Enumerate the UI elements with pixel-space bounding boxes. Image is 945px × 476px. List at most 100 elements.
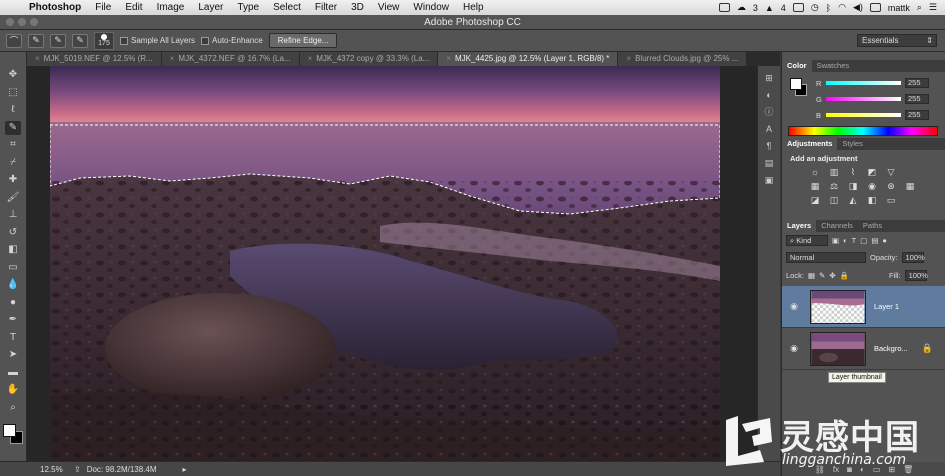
- close-tab-icon[interactable]: ×: [446, 54, 451, 63]
- subtract-from-selection-icon[interactable]: ✎: [72, 33, 88, 48]
- blue-slider-track[interactable]: [826, 113, 901, 117]
- brush-panel-icon[interactable]: ▤: [762, 157, 777, 170]
- foreground-color-swatch[interactable]: [790, 78, 802, 90]
- levels-icon[interactable]: ▥: [827, 166, 841, 178]
- type-tool-icon[interactable]: T: [5, 331, 21, 345]
- layer-row[interactable]: ◉ Backgro... 🔒: [782, 328, 945, 370]
- filter-type-icon[interactable]: T: [852, 236, 857, 245]
- auto-enhance-checkbox[interactable]: Auto-Enhance: [201, 36, 263, 45]
- close-tab-icon[interactable]: ×: [626, 54, 631, 63]
- green-slider-track[interactable]: [826, 97, 901, 101]
- refine-edge-button[interactable]: Refine Edge...: [268, 33, 338, 48]
- paragraph-panel-icon[interactable]: ¶: [762, 140, 777, 153]
- crop-tool-icon[interactable]: ⌗: [5, 138, 21, 152]
- quick-selection-tool-icon[interactable]: ✎: [5, 120, 21, 135]
- minimize-window-button[interactable]: [18, 18, 26, 26]
- menu-file[interactable]: File: [88, 2, 118, 13]
- filter-kind-select[interactable]: ⌕ Kind: [786, 235, 828, 246]
- tab-swatches[interactable]: Swatches: [812, 60, 855, 72]
- brush-tool-icon[interactable]: 🖌: [5, 191, 21, 205]
- time-machine-icon[interactable]: ◷: [811, 2, 819, 13]
- tool-presets-panel-icon[interactable]: ▣: [762, 174, 777, 187]
- filter-shape-icon[interactable]: ▢: [860, 236, 867, 245]
- brightness-contrast-icon[interactable]: ☼: [808, 166, 822, 178]
- posterize-icon[interactable]: ◫: [827, 194, 841, 206]
- blur-tool-icon[interactable]: 💧: [5, 278, 21, 292]
- filter-toggle-icon[interactable]: ●: [882, 236, 887, 245]
- marquee-tool-icon[interactable]: ⬚: [5, 86, 21, 100]
- volume-icon[interactable]: ◀): [853, 2, 863, 13]
- document-tab[interactable]: × MJK_5019.NEF @ 12.5% (R...: [27, 52, 162, 66]
- brush-picker[interactable]: 175: [94, 31, 114, 50]
- color-lookup-icon[interactable]: ▦: [903, 180, 917, 192]
- close-window-button[interactable]: [6, 18, 14, 26]
- red-slider-track[interactable]: [826, 81, 901, 85]
- tab-channels[interactable]: Channels: [816, 220, 858, 232]
- gradient-map-icon[interactable]: ▭: [884, 194, 898, 206]
- battery-icon[interactable]: [869, 3, 881, 12]
- exposure-icon[interactable]: ◩: [865, 166, 879, 178]
- menu-view[interactable]: View: [371, 2, 407, 13]
- vibrance-icon[interactable]: ▽: [884, 166, 898, 178]
- layer-thumbnail[interactable]: [810, 331, 866, 366]
- red-value[interactable]: 255: [905, 78, 929, 88]
- display-icon[interactable]: [792, 3, 804, 12]
- close-tab-icon[interactable]: ×: [35, 54, 40, 63]
- red-slider[interactable]: R 255: [816, 77, 944, 89]
- menu-app[interactable]: Photoshop: [22, 2, 88, 13]
- tab-paths[interactable]: Paths: [858, 220, 887, 232]
- clone-stamp-tool-icon[interactable]: ⊥: [5, 208, 21, 222]
- creative-cloud-icon[interactable]: ☁: [737, 2, 746, 13]
- lock-position-icon[interactable]: ✥: [829, 271, 835, 280]
- tab-adjustments[interactable]: Adjustments: [782, 138, 838, 150]
- blue-slider[interactable]: B 255: [816, 109, 944, 121]
- lock-transparency-icon[interactable]: ▦: [808, 271, 815, 280]
- history-brush-tool-icon[interactable]: ↺: [5, 226, 21, 240]
- user-name[interactable]: mattk: [888, 3, 910, 13]
- threshold-icon[interactable]: ◭: [846, 194, 860, 206]
- curves-icon[interactable]: ⌇: [846, 166, 860, 178]
- menu-image[interactable]: Image: [150, 2, 192, 13]
- menu-help[interactable]: Help: [456, 2, 491, 13]
- bluetooth-icon[interactable]: ᛒ: [826, 3, 831, 13]
- zoom-tool-icon[interactable]: ⌕: [5, 401, 21, 415]
- invert-icon[interactable]: ◪: [808, 194, 822, 206]
- document-tab[interactable]: × MJK_4372.NEF @ 16.7% (La...: [161, 52, 300, 66]
- list-icon[interactable]: ☰: [929, 2, 937, 13]
- character-panel-icon[interactable]: A: [762, 123, 777, 136]
- fill-input[interactable]: 100%: [904, 270, 928, 281]
- layer-thumbnail[interactable]: [810, 289, 866, 324]
- image-canvas[interactable]: [50, 66, 720, 461]
- channel-mixer-icon[interactable]: ⊛: [884, 180, 898, 192]
- camera-icon[interactable]: [718, 3, 730, 12]
- menu-select[interactable]: Select: [266, 2, 308, 13]
- share-icon[interactable]: ⇪: [74, 465, 81, 474]
- history-panel-icon[interactable]: ⊞: [762, 72, 777, 85]
- selective-color-icon[interactable]: ◧: [865, 194, 879, 206]
- green-value[interactable]: 255: [905, 94, 929, 104]
- move-tool-icon[interactable]: ✥: [5, 68, 21, 82]
- eye-icon[interactable]: ◉: [782, 343, 806, 354]
- foreground-color-swatch[interactable]: [3, 424, 16, 437]
- sample-all-layers-checkbox[interactable]: Sample All Layers: [120, 36, 195, 45]
- close-tab-icon[interactable]: ×: [308, 54, 313, 63]
- filter-pixel-icon[interactable]: ▣: [832, 236, 839, 245]
- blue-value[interactable]: 255: [905, 110, 929, 120]
- eye-icon[interactable]: ◉: [782, 301, 806, 312]
- properties-panel-icon[interactable]: ◐: [762, 89, 777, 102]
- green-slider[interactable]: G 255: [816, 93, 944, 105]
- gradient-tool-icon[interactable]: ▭: [5, 261, 21, 275]
- rectangle-tool-icon[interactable]: ▬: [5, 366, 21, 380]
- lock-all-icon[interactable]: 🔒: [840, 271, 849, 280]
- info-panel-icon[interactable]: ⓘ: [762, 106, 777, 119]
- tab-layers[interactable]: Layers: [782, 220, 817, 232]
- eyedropper-tool-icon[interactable]: ⌿: [5, 156, 21, 170]
- layer-name[interactable]: Layer 1: [874, 302, 899, 311]
- menu-layer[interactable]: Layer: [191, 2, 230, 13]
- document-tab-active[interactable]: × MJK_4425.jpg @ 12.5% (Layer 1, RGB/8) *: [438, 52, 619, 66]
- dodge-tool-icon[interactable]: ●: [5, 296, 21, 310]
- tool-preset-picker[interactable]: ⌒: [6, 33, 22, 48]
- tab-styles[interactable]: Styles: [837, 138, 867, 150]
- path-selection-tool-icon[interactable]: ➤: [5, 348, 21, 362]
- document-tab[interactable]: × MJK_4372 copy @ 33.3% (La...: [299, 52, 439, 66]
